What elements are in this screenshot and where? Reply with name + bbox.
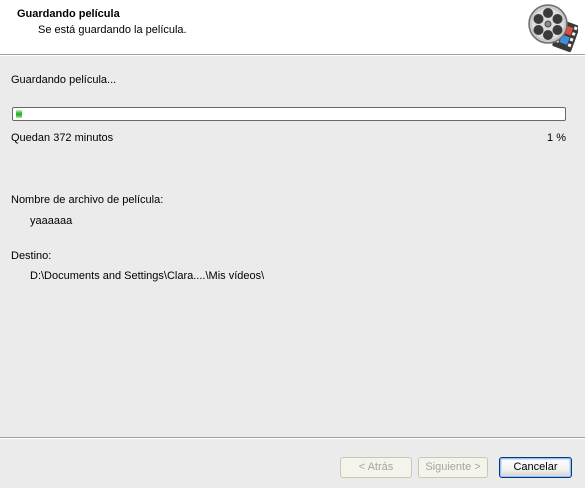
header-title: Guardando película — [17, 8, 120, 20]
movie-file-name-label: Nombre de archivo de película: — [11, 194, 164, 206]
footer-divider — [0, 437, 585, 439]
header-subtitle: Se está guardando la película. — [38, 24, 187, 36]
wizard-content: Guardando película... Quedan 372 minutos… — [0, 57, 585, 437]
save-movie-dialog: Guardando película Se está guardando la … — [0, 0, 585, 488]
film-reel-icon — [528, 4, 578, 53]
back-button[interactable]: < Atrás — [340, 457, 412, 478]
movie-file-name-value: yaaaaaa — [30, 215, 73, 227]
progress-status-label: Guardando película... — [11, 74, 117, 86]
time-remaining-text: Quedan 372 minutos — [11, 132, 114, 144]
progress-fill — [16, 110, 22, 118]
save-progress-bar — [12, 107, 566, 121]
wizard-header: Guardando película Se está guardando la … — [0, 0, 585, 55]
destination-label: Destino: — [11, 250, 52, 262]
destination-value: D:\Documents and Settings\Clara....\Mis … — [30, 270, 265, 282]
header-divider — [0, 55, 585, 56]
progress-percent-text: 1 % — [547, 132, 566, 144]
cancel-button[interactable]: Cancelar — [499, 457, 572, 478]
next-button[interactable]: Siguiente > — [418, 457, 488, 478]
